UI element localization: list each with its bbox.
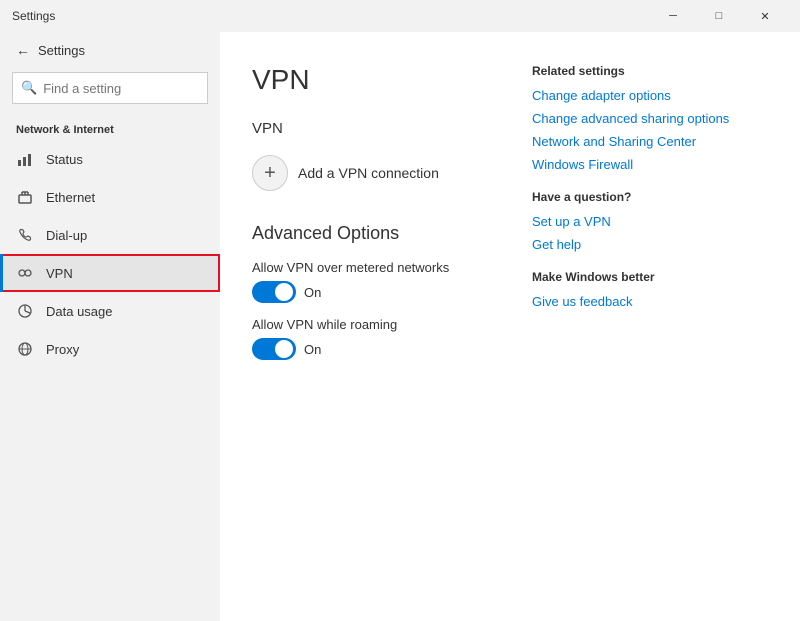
toggle-roaming-state: On bbox=[304, 342, 321, 357]
link-change-sharing[interactable]: Change advanced sharing options bbox=[532, 111, 752, 126]
toggle-metered-container: On bbox=[252, 281, 492, 303]
plus-circle-icon: + bbox=[252, 155, 288, 191]
sidebar: ← Settings 🔍 Network & Internet Status bbox=[0, 32, 220, 621]
add-vpn-button[interactable]: + Add a VPN connection bbox=[252, 151, 492, 195]
main-content: VPN VPN + Add a VPN connection Advanced … bbox=[220, 32, 800, 621]
link-windows-firewall[interactable]: Windows Firewall bbox=[532, 157, 752, 172]
titlebar: Settings ─ □ ✕ bbox=[0, 0, 800, 32]
sidebar-item-proxy-label: Proxy bbox=[46, 342, 79, 357]
sidebar-item-data-usage-label: Data usage bbox=[46, 304, 113, 319]
have-question-title: Have a question? bbox=[532, 190, 752, 204]
app-container: ← Settings 🔍 Network & Internet Status bbox=[0, 32, 800, 621]
vpn-icon bbox=[16, 264, 34, 282]
sidebar-item-vpn-label: VPN bbox=[46, 266, 73, 281]
advanced-options-heading: Advanced Options bbox=[252, 223, 492, 244]
sidebar-item-dialup[interactable]: Dial-up bbox=[0, 216, 220, 254]
related-settings-title: Related settings bbox=[532, 64, 752, 78]
toggle-roaming-container: On bbox=[252, 338, 492, 360]
proxy-icon bbox=[16, 340, 34, 358]
toggle-roaming-row: Allow VPN while roaming On bbox=[252, 317, 492, 360]
sidebar-item-vpn[interactable]: VPN bbox=[0, 254, 220, 292]
link-give-feedback[interactable]: Give us feedback bbox=[532, 294, 752, 309]
back-arrow-icon: ← bbox=[16, 42, 30, 58]
close-button[interactable]: ✕ bbox=[742, 0, 788, 32]
minimize-button[interactable]: ─ bbox=[650, 0, 696, 32]
search-box[interactable]: 🔍 bbox=[12, 72, 208, 104]
titlebar-controls: ─ □ ✕ bbox=[650, 0, 788, 32]
page-title: VPN bbox=[252, 64, 492, 96]
sidebar-item-ethernet-label: Ethernet bbox=[46, 190, 95, 205]
toggle-metered-state: On bbox=[304, 285, 321, 300]
sidebar-section-title: Network & Internet bbox=[0, 116, 220, 140]
sidebar-item-status[interactable]: Status bbox=[0, 140, 220, 178]
toggle-roaming-switch[interactable] bbox=[252, 338, 296, 360]
ethernet-icon bbox=[16, 188, 34, 206]
status-icon bbox=[16, 150, 34, 168]
link-setup-vpn[interactable]: Set up a VPN bbox=[532, 214, 752, 229]
data-usage-icon bbox=[16, 302, 34, 320]
toggle-metered-switch[interactable] bbox=[252, 281, 296, 303]
sidebar-item-status-label: Status bbox=[46, 152, 83, 167]
toggle-roaming-label: Allow VPN while roaming bbox=[252, 317, 492, 332]
toggle-metered-label: Allow VPN over metered networks bbox=[252, 260, 492, 275]
sidebar-back-label: Settings bbox=[38, 43, 85, 58]
add-vpn-label: Add a VPN connection bbox=[298, 165, 439, 181]
link-get-help[interactable]: Get help bbox=[532, 237, 752, 252]
sidebar-item-proxy[interactable]: Proxy bbox=[0, 330, 220, 368]
titlebar-title: Settings bbox=[12, 9, 55, 23]
link-change-adapter[interactable]: Change adapter options bbox=[532, 88, 752, 103]
sidebar-back-button[interactable]: ← Settings bbox=[0, 32, 220, 68]
vpn-section-title: VPN bbox=[252, 120, 492, 137]
sidebar-item-ethernet[interactable]: Ethernet bbox=[0, 178, 220, 216]
make-windows-better-title: Make Windows better bbox=[532, 270, 752, 284]
search-input[interactable] bbox=[43, 81, 199, 96]
link-network-sharing-center[interactable]: Network and Sharing Center bbox=[532, 134, 752, 149]
dialup-icon bbox=[16, 226, 34, 244]
toggle-metered-networks-row: Allow VPN over metered networks On bbox=[252, 260, 492, 303]
content-left: VPN VPN + Add a VPN connection Advanced … bbox=[252, 64, 492, 589]
search-icon: 🔍 bbox=[21, 80, 37, 96]
sidebar-item-dialup-label: Dial-up bbox=[46, 228, 87, 243]
right-panel: Related settings Change adapter options … bbox=[532, 64, 752, 589]
sidebar-item-data-usage[interactable]: Data usage bbox=[0, 292, 220, 330]
maximize-button[interactable]: □ bbox=[696, 0, 742, 32]
